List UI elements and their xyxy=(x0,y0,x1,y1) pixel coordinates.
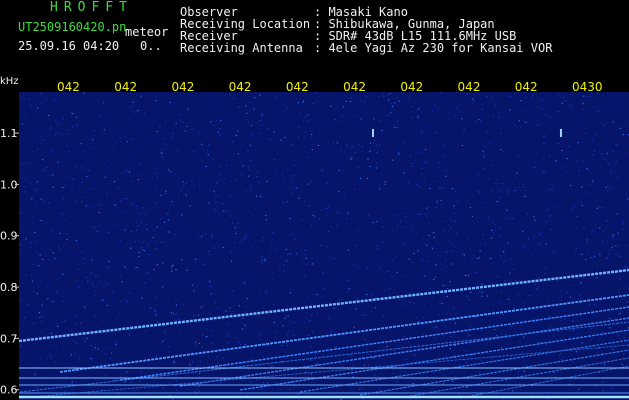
echo-blip xyxy=(560,129,562,137)
spectrogram-plot: kHz 1.11.00.90.80.70.6 042 042 042 042 042 04… xyxy=(0,76,629,400)
y-tick-label: 0.7 xyxy=(0,332,18,345)
y-tick-label: 0.6 xyxy=(0,384,18,397)
x-axis-ticks: 042 042 042 042 042 042 042 042 042 0430 xyxy=(57,80,603,94)
x-tick-label: 042 xyxy=(343,80,366,94)
echo-blip xyxy=(372,129,374,137)
y-tick-label: 1.0 xyxy=(0,178,18,191)
x-tick-label: 042 xyxy=(229,80,252,94)
x-tick-label: 042 xyxy=(171,80,194,94)
x-tick-label: 042 xyxy=(458,80,481,94)
x-tick-label: 042 xyxy=(57,80,80,94)
x-tick-label: 042 xyxy=(515,80,538,94)
x-tick-label: 042 xyxy=(286,80,309,94)
x-tick-label: 042 xyxy=(400,80,423,94)
y-unit-label: kHz xyxy=(0,76,19,87)
y-tick-label: 0.9 xyxy=(0,230,18,243)
x-tick-label: 042 xyxy=(114,80,137,94)
y-tick-label: 1.1 xyxy=(0,127,18,140)
plot-background xyxy=(19,92,629,400)
x-tick-label: 0430 xyxy=(572,80,603,94)
y-axis-ticks: 1.1 1.0 0.9 0.8 0.7 0.6 xyxy=(0,127,19,397)
y-tick-label: 0.8 xyxy=(0,281,18,294)
